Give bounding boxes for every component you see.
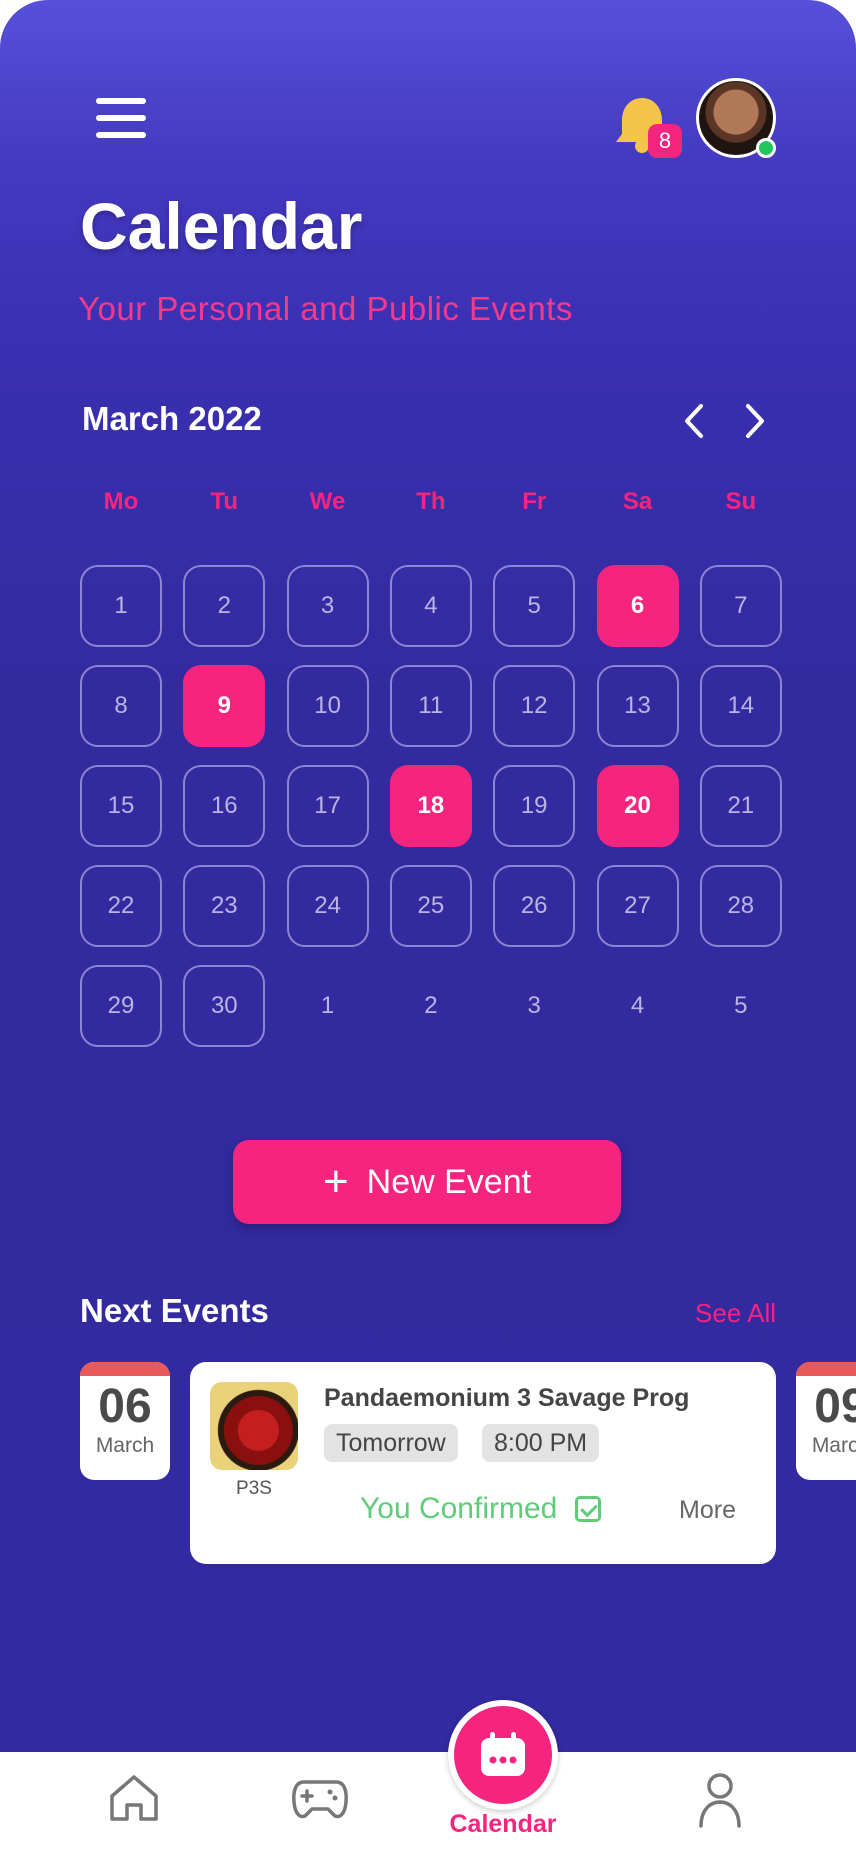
- menu-button[interactable]: [96, 98, 146, 138]
- weekday-label: Tu: [210, 488, 239, 515]
- calendar-day[interactable]: 14: [699, 665, 782, 747]
- calendar-day[interactable]: 16: [183, 765, 266, 847]
- gamepad-icon[interactable]: [292, 1776, 348, 1822]
- calendar-day[interactable]: 4: [389, 565, 472, 647]
- chevron-left-icon[interactable]: [675, 400, 715, 442]
- calendar-day-next-month[interactable]: 1: [287, 965, 369, 1047]
- event-status: You Confirmed: [360, 1492, 602, 1526]
- calendar-day[interactable]: 3: [286, 565, 369, 647]
- calendar-day[interactable]: 7: [699, 565, 782, 647]
- weekday-label: Sa: [622, 488, 653, 515]
- menu-line: [96, 98, 146, 104]
- calendar-day[interactable]: 25: [389, 865, 472, 947]
- calendar-day[interactable]: 11: [389, 665, 472, 747]
- month-label: March 2022: [82, 400, 262, 437]
- calendar-day[interactable]: 17: [286, 765, 369, 847]
- more-link[interactable]: More: [679, 1496, 736, 1525]
- calendar-day[interactable]: 21: [699, 765, 782, 847]
- date-card-month: March: [811, 1434, 856, 1457]
- calendar-day[interactable]: 29: [80, 965, 162, 1047]
- event-status-label: You Confirmed: [360, 1492, 558, 1525]
- date-card-strip: [796, 1362, 856, 1376]
- date-card[interactable]: 06 March: [80, 1362, 170, 1480]
- calendar-day[interactable]: 19: [493, 765, 576, 847]
- date-card[interactable]: 09 March: [796, 1362, 856, 1480]
- weekday-label: Fr: [522, 488, 547, 515]
- next-events-title: Next Events: [80, 1292, 269, 1329]
- calendar-day[interactable]: 30: [183, 965, 266, 1047]
- chevron-right-icon[interactable]: [734, 400, 774, 442]
- see-all-link[interactable]: See All: [695, 1298, 776, 1329]
- event-title: Pandaemonium 3 Savage Prog: [324, 1384, 690, 1412]
- date-card-strip: [80, 1362, 170, 1376]
- calendar-day[interactable]: 15: [80, 765, 162, 847]
- new-event-button[interactable]: + New Event: [233, 1140, 621, 1224]
- calendar-tab-button[interactable]: [448, 1700, 558, 1810]
- calendar-day[interactable]: 8: [80, 665, 162, 747]
- menu-line: [96, 115, 146, 121]
- calendar-day-next-month[interactable]: 2: [390, 965, 472, 1047]
- calendar-day[interactable]: 22: [80, 865, 162, 947]
- calendar-day-event[interactable]: 20: [596, 765, 679, 847]
- event-card[interactable]: P3S Pandaemonium 3 Savage Prog Tomorrow …: [190, 1362, 776, 1564]
- calendar-icon: [481, 1732, 525, 1776]
- weekday-label: Mo: [103, 488, 139, 515]
- checkbox-checked-icon: [575, 1496, 602, 1522]
- page-subtitle: Your Personal and Public Events: [78, 290, 573, 327]
- calendar-grid: 1 2 3 4 5 6 7 8 9 10 11 12 13 14 15 16 17 18 19 20 21 22 23 24 2…: [80, 565, 782, 1047]
- calendar-day-next-month[interactable]: 4: [597, 965, 679, 1047]
- calendar-day[interactable]: 2: [183, 565, 266, 647]
- date-card-day: 06: [98, 1380, 152, 1433]
- menu-line: [96, 132, 146, 138]
- calendar-day[interactable]: 23: [183, 865, 266, 947]
- calendar-day[interactable]: 12: [493, 665, 576, 747]
- calendar-day[interactable]: 1: [80, 565, 162, 647]
- calendar-screen: 8 Calendar Your Personal and Public Even…: [0, 0, 856, 1852]
- notification-badge: 8: [648, 124, 682, 158]
- weekday-label: We: [309, 488, 346, 515]
- bottom-nav: [0, 1752, 856, 1852]
- date-card-day: 09: [814, 1380, 856, 1433]
- home-icon[interactable]: [108, 1772, 160, 1824]
- calendar-day-event[interactable]: 9: [183, 665, 266, 747]
- calendar-day[interactable]: 26: [493, 865, 576, 947]
- date-card-month: March: [95, 1434, 155, 1457]
- calendar-day[interactable]: 5: [493, 565, 576, 647]
- event-time-tag: 8:00 PM: [482, 1424, 600, 1462]
- weekday-label: Su: [725, 488, 757, 515]
- calendar-day[interactable]: 24: [286, 865, 369, 947]
- new-event-label: New Event: [366, 1162, 532, 1201]
- event-day-tag: Tomorrow: [324, 1424, 458, 1462]
- calendar-day-next-month[interactable]: 5: [700, 965, 782, 1047]
- calendar-day[interactable]: 10: [286, 665, 369, 747]
- user-icon[interactable]: [698, 1772, 742, 1828]
- plus-icon: +: [322, 1157, 349, 1206]
- calendar-day-next-month[interactable]: 3: [493, 965, 575, 1047]
- online-status-dot: [756, 138, 776, 158]
- weekday-header: Mo Tu We Th Fr Sa Su: [80, 488, 776, 528]
- calendar-day[interactable]: 13: [596, 665, 679, 747]
- calendar-day[interactable]: 28: [699, 865, 782, 947]
- calendar-day[interactable]: 27: [596, 865, 679, 947]
- page-title: Calendar: [80, 189, 363, 263]
- calendar-tab-label[interactable]: Calendar: [443, 1810, 563, 1839]
- calendar-day-event[interactable]: 18: [389, 765, 472, 847]
- weekday-label: Th: [416, 488, 446, 515]
- event-thumbnail: [210, 1382, 298, 1470]
- event-thumbnail-label: P3S: [236, 1478, 272, 1499]
- calendar-day-event[interactable]: 6: [596, 565, 679, 647]
